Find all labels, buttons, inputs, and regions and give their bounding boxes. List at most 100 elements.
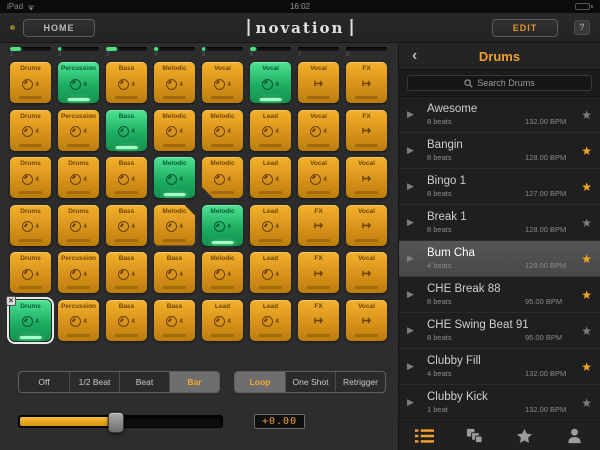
tab-favorites-icon[interactable] <box>515 428 534 444</box>
favorite-star-icon[interactable]: ★ <box>576 360 592 374</box>
pad-vocal-r1c7[interactable]: Vocal ↦ <box>298 62 339 103</box>
pad-lead-r4c6[interactable]: Lead 4 <box>250 204 291 246</box>
play-icon[interactable]: ▶ <box>407 253 423 264</box>
status-bar: iPad 16:02 <box>0 0 600 13</box>
edit-button[interactable]: EDIT <box>492 18 558 37</box>
loop-item-bangin[interactable]: ▶ Bangin 8 beats 128.00 BPM ★ <box>399 133 600 169</box>
tempo-slider[interactable] <box>18 411 223 433</box>
pad-melodic-r4c5[interactable]: Melodic 4 <box>202 204 243 246</box>
knob-icon <box>22 173 34 185</box>
pad-percussion-r5c2[interactable]: Percussion 4 <box>58 252 99 293</box>
pad-drums-r6c1[interactable]: × Drums 4 <box>6 295 54 344</box>
loop-item-awesome[interactable]: ▶ Awesome 8 beats 132.00 BPM ★ <box>399 97 600 133</box>
tab-loop-list-icon[interactable] <box>414 428 434 444</box>
pad-percussion-r1c2[interactable]: Percussion 4 <box>58 62 99 103</box>
knob-icon <box>70 221 82 232</box>
pad-melodic-r2c4[interactable]: Melodic 4 <box>154 109 195 151</box>
pad-percussion-r6c2[interactable]: Percussion 4 <box>58 299 99 341</box>
pad-vocal-r6c8[interactable]: Vocal ↦ <box>346 299 387 341</box>
pad-length-value: 4 <box>179 80 183 88</box>
pad-fx-r1c8[interactable]: FX ↦ <box>346 62 387 103</box>
pad-bass-r2c3[interactable]: Bass 4 <box>106 109 147 151</box>
play-mode-option-one-shot[interactable]: One Shot <box>285 371 335 392</box>
loop-name: Bum Cha <box>427 247 475 259</box>
pad-lead-r3c6[interactable]: Lead 4 <box>250 157 291 198</box>
pad-bass-r6c4[interactable]: Bass 4 <box>154 299 195 341</box>
favorite-star-icon[interactable]: ★ <box>576 180 592 194</box>
pad-melodic-r3c4[interactable]: Melodic 4 <box>154 157 195 198</box>
play-icon[interactable]: ▶ <box>407 397 423 408</box>
favorite-star-icon[interactable]: ★ <box>576 396 592 410</box>
pad-drums-r1c1[interactable]: Drums 4 <box>10 62 51 103</box>
pad-vocal-r5c8[interactable]: Vocal ↦ <box>346 252 387 293</box>
pad-drums-r4c2[interactable]: Drums 4 <box>58 204 99 246</box>
play-icon[interactable]: ▶ <box>407 145 423 156</box>
pad-melodic-r5c5[interactable]: Melodic 4 <box>202 252 243 293</box>
tempo-slider-handle[interactable] <box>108 411 125 433</box>
loop-item-clubby-kick[interactable]: ▶ Clubby Kick 1 beat 132.00 BPM ★ <box>399 385 600 421</box>
home-button[interactable]: HOME <box>23 18 95 37</box>
pad-vocal-r3c7[interactable]: Vocal 4 <box>298 157 339 198</box>
quantize-option-bar[interactable]: Bar <box>169 371 219 392</box>
play-icon[interactable]: ▶ <box>407 289 423 300</box>
pad-bass-r5c4[interactable]: Bass 4 <box>154 252 195 293</box>
loop-item-clubby-fill[interactable]: ▶ Clubby Fill 4 beats 132.00 BPM ★ <box>399 349 600 385</box>
favorite-star-icon[interactable]: ★ <box>576 288 592 302</box>
loop-item-che-break-88[interactable]: ▶ CHE Break 88 8 beats 95.00 BPM ★ <box>399 277 600 313</box>
pad-fx-r5c7[interactable]: FX ↦ <box>298 252 339 293</box>
pad-vocal-r3c8[interactable]: Vocal ↦ <box>346 157 387 198</box>
pad-lead-r6c5[interactable]: Lead 4 <box>202 299 243 341</box>
pad-loop-name <box>163 286 186 289</box>
pad-melodic-r3c5[interactable]: Melodic 4 <box>202 157 243 198</box>
pad-vocal-r2c7[interactable]: Vocal 4 <box>298 109 339 151</box>
pad-bass-r3c3[interactable]: Bass 4 <box>106 157 147 198</box>
pad-drums-r3c2[interactable]: Drums 4 <box>58 157 99 198</box>
pad-bass-r5c3[interactable]: Bass 4 <box>106 252 147 293</box>
pad-percussion-r2c2[interactable]: Percussion 4 <box>58 109 99 151</box>
pad-melodic-r1c4[interactable]: Melodic 4 <box>154 62 195 103</box>
pad-vocal-r4c8[interactable]: Vocal ↦ <box>346 204 387 246</box>
help-button[interactable]: ? <box>574 20 590 35</box>
pad-bass-r6c3[interactable]: Bass 4 <box>106 299 147 341</box>
pad-drums-r4c1[interactable]: Drums 4 <box>10 204 51 246</box>
pad-bass-r4c3[interactable]: Bass 4 <box>106 204 147 246</box>
loop-item-break-1[interactable]: ▶ Break 1 8 beats 128.00 BPM ★ <box>399 205 600 241</box>
play-mode-option-loop[interactable]: Loop <box>235 371 285 392</box>
quantize-option-beat[interactable]: Beat <box>119 371 169 392</box>
play-icon[interactable]: ▶ <box>407 325 423 336</box>
play-icon[interactable]: ▶ <box>407 217 423 228</box>
favorite-star-icon[interactable]: ★ <box>576 252 592 266</box>
pad-lead-r2c6[interactable]: Lead 4 <box>250 109 291 151</box>
pad-drums-r3c1[interactable]: Drums 4 <box>10 157 51 198</box>
pad-vocal-r1c6[interactable]: Vocal 4 <box>250 62 291 103</box>
back-chevron-icon[interactable]: ‹ <box>412 48 417 64</box>
pad-fx-r2c8[interactable]: FX ↦ <box>346 109 387 151</box>
pad-melodic-r4c4[interactable]: Melodic 4 <box>154 205 195 246</box>
quantize-option-off[interactable]: Off <box>19 372 69 392</box>
favorite-star-icon[interactable]: ★ <box>576 144 592 158</box>
quantize-option-1-2-beat[interactable]: 1/2 Beat <box>69 371 119 392</box>
tab-user-icon[interactable] <box>565 428 584 444</box>
search-input[interactable]: Search Drums <box>407 75 592 91</box>
favorite-star-icon[interactable]: ★ <box>576 108 592 122</box>
favorite-star-icon[interactable]: ★ <box>576 324 592 338</box>
loop-item-bum-cha[interactable]: ▶ Bum Cha 4 beats 128.00 BPM ★ <box>399 241 600 277</box>
play-icon[interactable]: ▶ <box>407 181 423 192</box>
play-icon[interactable]: ▶ <box>407 361 423 372</box>
pad-drums-r5c1[interactable]: Drums 4 <box>10 252 51 293</box>
tab-sessions-icon[interactable] <box>465 428 484 444</box>
pad-fx-r4c7[interactable]: FX ↦ <box>298 204 339 246</box>
pad-lead-r5c6[interactable]: Lead 4 <box>250 252 291 293</box>
favorite-star-icon[interactable]: ★ <box>576 216 592 230</box>
pad-drums-r2c1[interactable]: Drums 4 <box>10 109 51 151</box>
pad-bass-r1c3[interactable]: Bass 4 <box>106 62 147 103</box>
deselect-pad-icon[interactable]: × <box>6 295 16 306</box>
play-icon[interactable]: ▶ <box>407 109 423 120</box>
pad-fx-r6c7[interactable]: FX ↦ <box>298 299 339 341</box>
pad-vocal-r1c5[interactable]: Vocal 4 <box>202 62 243 103</box>
loop-item-bingo-1[interactable]: ▶ Bingo 1 8 beats 127.00 BPM ★ <box>399 169 600 205</box>
play-mode-option-retrigger[interactable]: Retrigger <box>335 371 385 392</box>
pad-melodic-r2c5[interactable]: Melodic 4 <box>202 109 243 151</box>
pad-lead-r6c6[interactable]: Lead 4 <box>250 299 291 341</box>
loop-item-che-swing-beat-91[interactable]: ▶ CHE Swing Beat 91 8 beats 95.00 BPM ★ <box>399 313 600 349</box>
